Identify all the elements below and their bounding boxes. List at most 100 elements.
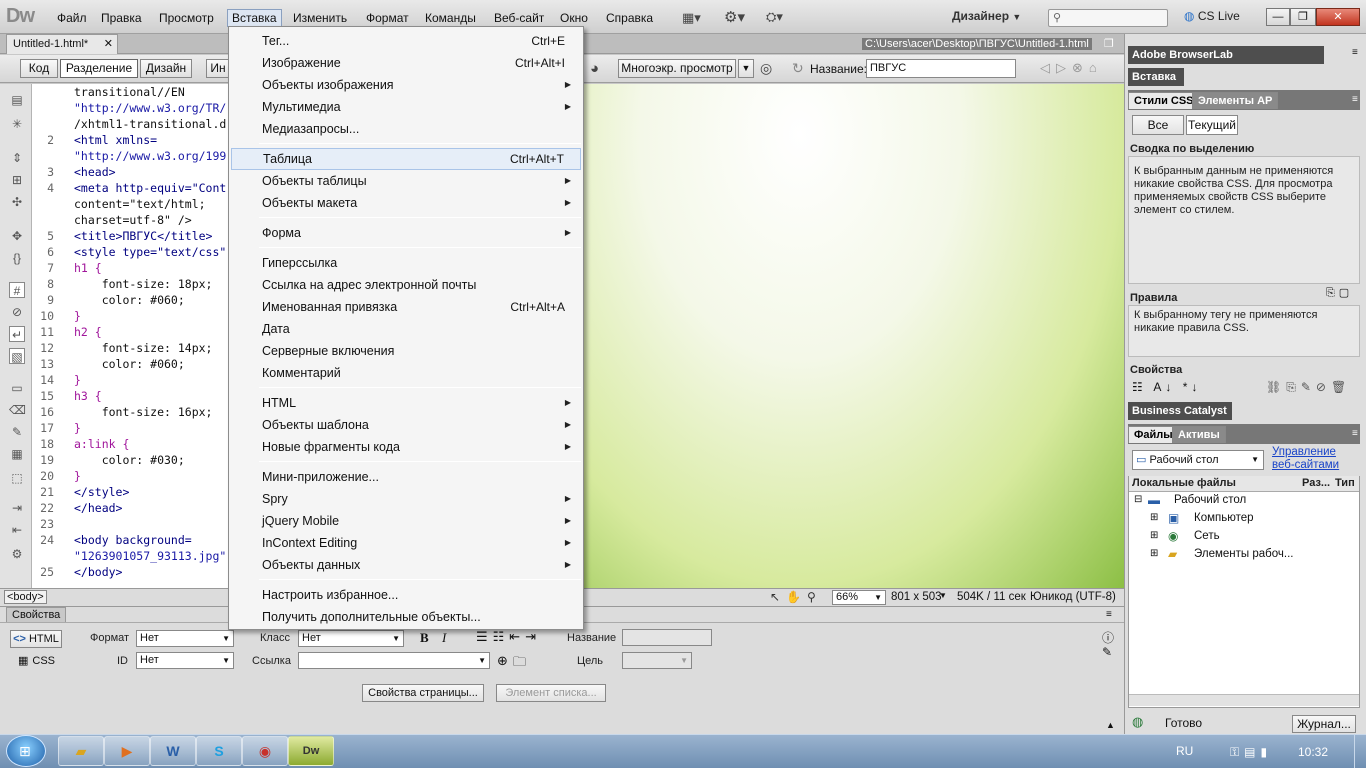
remove-comment-icon[interactable]: ⌫ (9, 402, 26, 418)
visual-aids-icon[interactable]: ◎ (760, 60, 772, 77)
current-mode-button[interactable]: Текущий (1186, 115, 1238, 135)
taskbar-skype[interactable]: S (196, 736, 242, 766)
syntax-coloring-icon[interactable]: ▧ (9, 348, 25, 364)
insert-menu-item[interactable]: InContext Editing ▶ (231, 532, 581, 554)
format-source-icon[interactable]: ⚙ (9, 546, 25, 562)
code-view-button[interactable]: Код (20, 59, 58, 78)
expand-node-icon[interactable]: ⊞ (1150, 548, 1158, 559)
taskbar-explorer[interactable]: ▰ (58, 736, 104, 766)
panel-options-icon[interactable]: ≡ (1352, 47, 1358, 58)
collapse-selection-icon[interactable]: ⊞ (9, 172, 25, 188)
menu-1[interactable]: Правка (97, 9, 146, 27)
recent-snippets-icon[interactable]: ▦ (9, 446, 25, 462)
point-to-file-icon[interactable]: ⊕ (497, 653, 508, 669)
list-indent-icons[interactable]: ☰☷⇤⇥ (476, 629, 541, 645)
zoom-select[interactable]: 66% ▼ (832, 590, 886, 605)
live-view-button[interactable]: Ин (206, 59, 230, 78)
menu-8[interactable]: Окно (556, 9, 592, 27)
split-view-button[interactable]: Разделение (60, 59, 138, 78)
css-mode-button[interactable]: ▦ CSS (18, 654, 55, 668)
outdent-icon[interactable]: ⇤ (9, 522, 25, 538)
start-button[interactable]: ⊞ (6, 735, 46, 767)
nav-arrows-icon[interactable]: ◁▷⊗⌂ (1040, 60, 1103, 76)
tree-item-network[interactable]: Сеть (1194, 530, 1220, 542)
show-desktop-button[interactable] (1354, 735, 1366, 768)
taskbar-dreamweaver[interactable]: Dw (288, 736, 334, 766)
insert-menu-item[interactable]: Изображение Ctrl+Alt+I (231, 52, 581, 74)
file-management-icon[interactable]: ✳ (9, 116, 25, 132)
site-location-select[interactable]: ▭ Рабочий стол ▼ (1132, 450, 1264, 470)
workspace-switcher[interactable]: Дизайнер ▼ (952, 9, 1021, 23)
tray-icons[interactable]: ⚿▤▮ (1230, 745, 1272, 760)
multiscreen-dropdown-icon[interactable]: ▼ (738, 59, 754, 78)
insert-menu-item[interactable]: Комментарий (231, 362, 581, 384)
design-view[interactable] (584, 84, 1124, 588)
manage-sites-link[interactable]: Управление веб-сайтами (1272, 446, 1358, 472)
help-icon[interactable]: ⓘ (1102, 629, 1114, 646)
close-tab-icon[interactable]: ✕ (104, 35, 113, 54)
rules-view-icons[interactable]: ⎘▢ (1326, 286, 1353, 300)
tree-item-desktop[interactable]: Рабочий стол (1174, 494, 1246, 506)
select-hand-zoom-icons[interactable]: ↖✋⚲ (770, 590, 822, 604)
refresh-icon[interactable]: ↻ (792, 60, 804, 77)
menu-0[interactable]: Файл (53, 9, 91, 27)
taskbar-media-player[interactable]: ▶ (104, 736, 150, 766)
browser-preview-icon[interactable]: ◕ (590, 60, 599, 77)
code-view[interactable]: transitional//EN "http://www.w3.org/TR/ /x… (32, 84, 228, 588)
insert-menu-item[interactable]: Медиазапросы... (231, 118, 581, 140)
window-size[interactable]: 801 x 503 (891, 591, 942, 603)
insert-menu-item[interactable]: Мини-приложение... (231, 466, 581, 488)
id-select[interactable]: Нет ▼ (136, 652, 234, 669)
clock[interactable]: 10:32 (1298, 745, 1328, 759)
bold-button[interactable]: B (420, 630, 429, 646)
insert-menu-item[interactable]: Новые фрагменты кода ▶ (231, 436, 581, 458)
browse-folder-icon[interactable]: 🗀 (513, 653, 526, 675)
insert-menu-item[interactable]: Гиперссылка (231, 252, 581, 274)
properties-view-icons[interactable]: ☷ A↓ *↓ (1132, 380, 1201, 394)
insert-menu-item[interactable]: Дата (231, 318, 581, 340)
insert-menu-item[interactable]: Объекты таблицы ▶ (231, 170, 581, 192)
tab-css-styles[interactable]: Стили CSS (1128, 92, 1200, 109)
log-button[interactable]: Журнал... (1292, 715, 1356, 733)
tab-ap-elements[interactable]: Элементы AP (1192, 92, 1279, 109)
tree-item-desktop-items[interactable]: Элементы рабоч... (1194, 548, 1293, 560)
target-select[interactable]: ▼ (622, 652, 692, 669)
insert-menu-item[interactable]: HTML ▶ (231, 392, 581, 414)
files-horizontal-scrollbar[interactable] (1129, 694, 1359, 706)
taskbar-chrome[interactable]: ◉ (242, 736, 288, 766)
move-css-icon[interactable]: ⬚ (9, 470, 25, 486)
collapse-tag-icon[interactable]: ⇕ (9, 150, 25, 166)
line-numbers-icon[interactable]: # (9, 282, 25, 298)
browserlab-header[interactable]: Adobe BrowserLab (1128, 46, 1324, 64)
collapse-node-icon[interactable]: ⊟ (1134, 494, 1142, 505)
panel-options-icon[interactable]: ≡ (1106, 609, 1112, 620)
insert-menu-item[interactable]: Получить дополнительные объекты... (231, 606, 581, 628)
menu-6[interactable]: Команды (421, 9, 480, 27)
insert-menu-item[interactable]: Объекты макета ▶ (231, 192, 581, 214)
insert-menu-item[interactable]: Мультимедиа ▶ (231, 96, 581, 118)
insert-menu-item[interactable]: Объекты изображения ▶ (231, 74, 581, 96)
format-select[interactable]: Нет ▼ (136, 630, 234, 647)
col-type[interactable]: Тип (1335, 477, 1355, 489)
insert-menu-item[interactable]: Тег... Ctrl+E (231, 30, 581, 52)
italic-button[interactable]: I (442, 630, 446, 646)
minimize-button[interactable]: — (1266, 8, 1290, 26)
menu-3[interactable]: Вставка (227, 9, 282, 27)
balance-braces-icon[interactable]: {} (9, 250, 25, 266)
col-local-files[interactable]: Локальные файлы (1132, 477, 1236, 489)
insert-menu-item[interactable]: Настроить избранное... (231, 584, 581, 606)
panel-options-icon[interactable]: ≡ (1352, 94, 1358, 105)
wrap-tag-icon[interactable]: ✎ (9, 424, 25, 440)
apply-comment-icon[interactable]: ▭ (9, 380, 25, 396)
taskbar-word[interactable]: W (150, 736, 196, 766)
tree-item-computer[interactable]: Компьютер (1194, 512, 1254, 524)
menu-5[interactable]: Формат (362, 9, 413, 27)
menu-4[interactable]: Изменить (289, 9, 351, 27)
open-documents-icon[interactable]: ▤ (9, 92, 25, 108)
insert-menu-item[interactable]: Именованная привязка Ctrl+Alt+A (231, 296, 581, 318)
document-tab[interactable]: Untitled-1.html* ✕ (6, 34, 118, 54)
business-catalyst-header[interactable]: Business Catalyst (1128, 402, 1232, 420)
class-select[interactable]: Нет ▼ (298, 630, 404, 647)
col-size[interactable]: Раз... (1302, 477, 1330, 489)
collapse-panel-icon[interactable]: ▲ (1106, 720, 1115, 730)
